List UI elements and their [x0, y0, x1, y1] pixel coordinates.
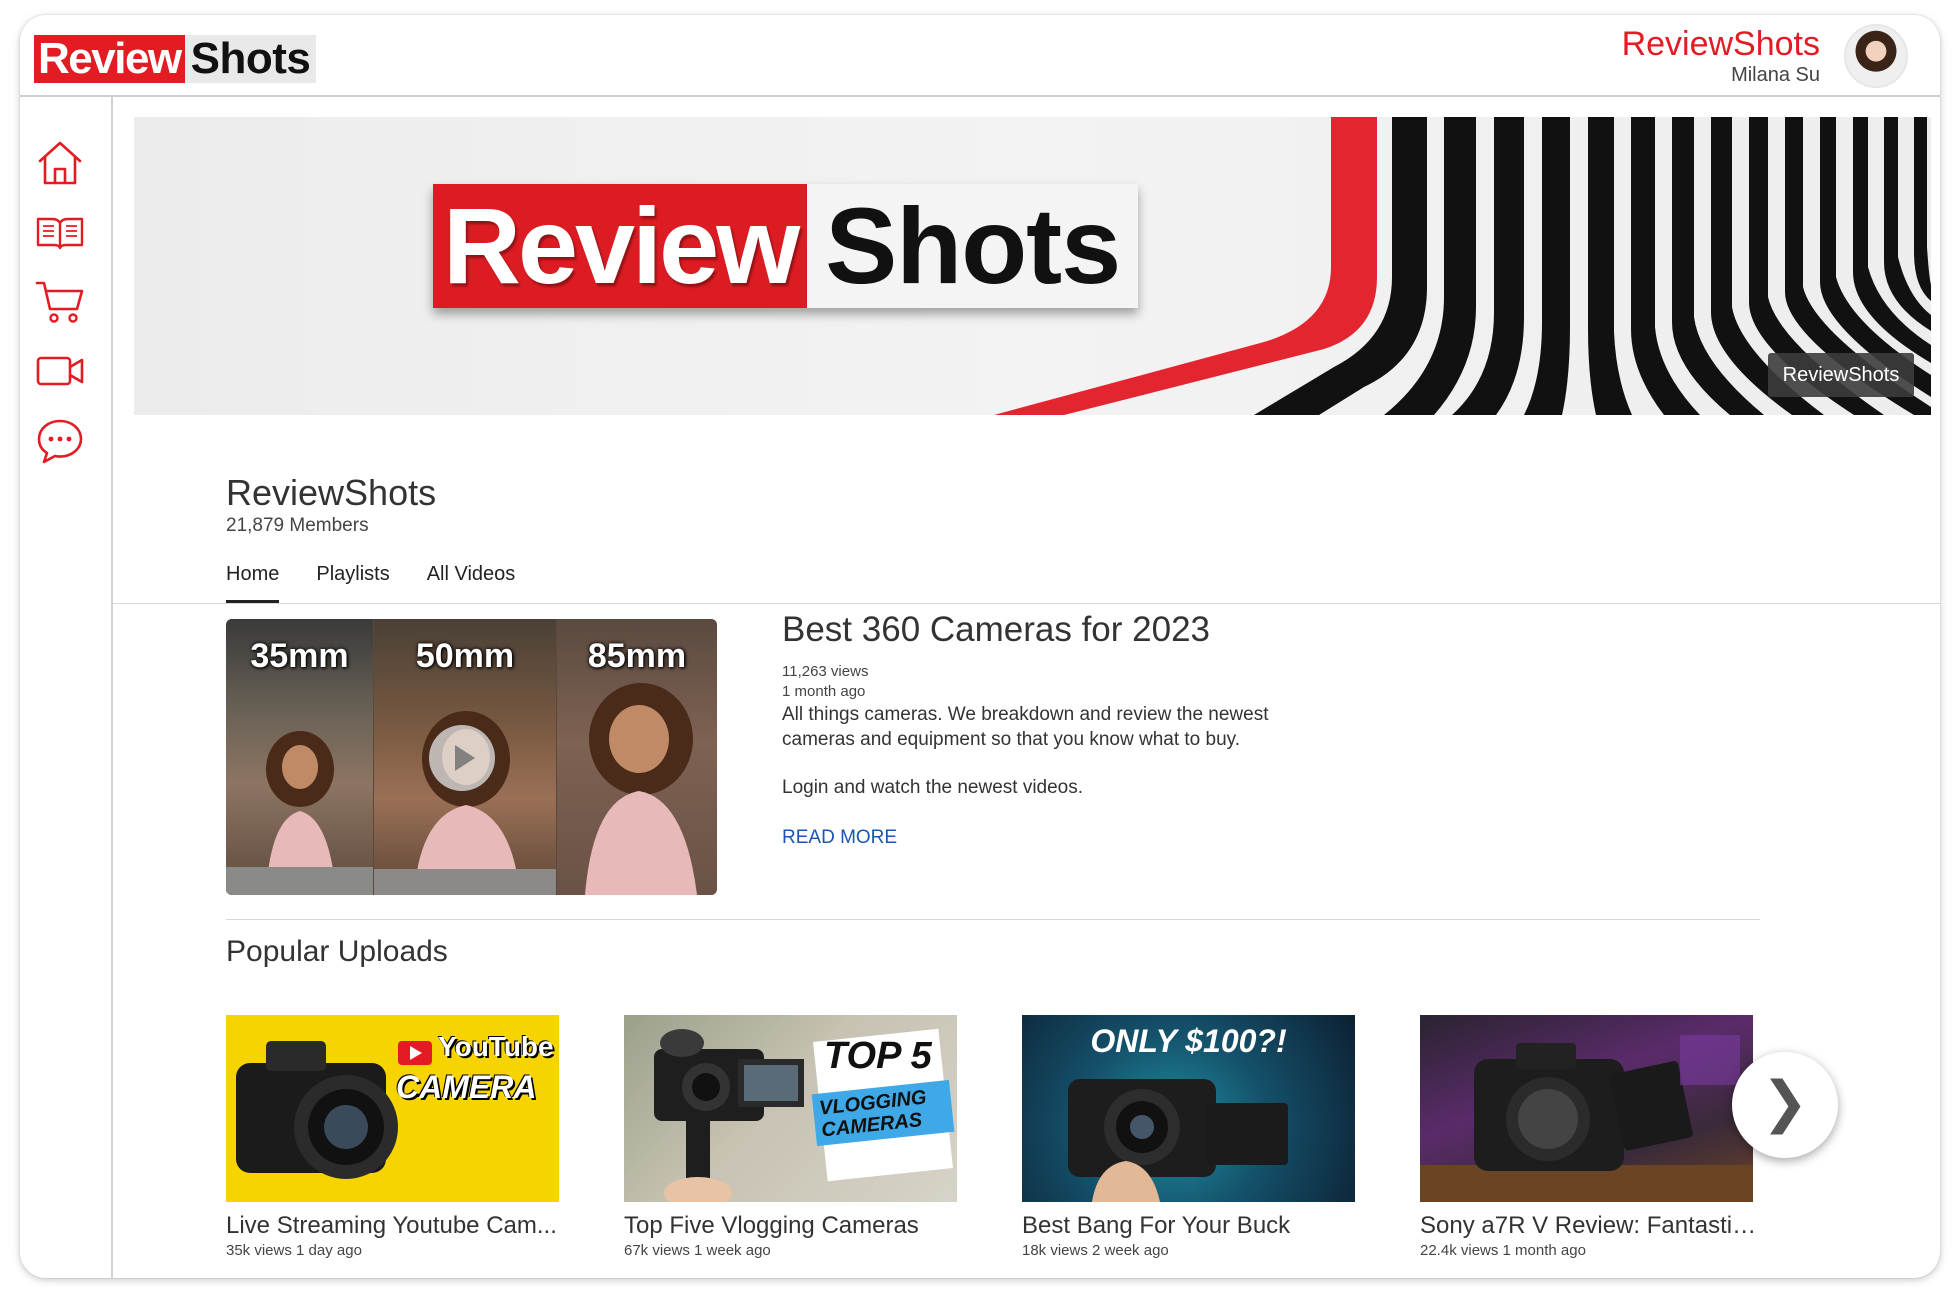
tab-all-videos[interactable]: All Videos	[427, 545, 516, 603]
featured-upload-time: 1 month ago	[782, 683, 866, 700]
featured-video-thumbnail[interactable]: 35mm 50mm 85mm	[226, 619, 717, 895]
section-divider	[226, 919, 1760, 920]
thumb-panel-35mm: 35mm	[226, 619, 373, 895]
camera-image	[1420, 1035, 1753, 1202]
banner-logo: Review Shots	[433, 184, 1139, 308]
thumb-label-50mm: 50mm	[415, 637, 515, 675]
video-thumbnail[interactable]: ONLY $100?!	[1022, 1015, 1355, 1202]
video-card[interactable]: TOP 5 VLOGGING CAMERAS Top Five Vlogging…	[624, 1015, 964, 1259]
video-meta: 67k views 1 week ago	[624, 1242, 771, 1259]
read-more-link[interactable]: READ MORE	[782, 827, 897, 849]
book-icon[interactable]	[34, 205, 86, 257]
video-camera-icon[interactable]	[34, 345, 86, 397]
cart-icon[interactable]	[34, 275, 86, 327]
member-count: 21,879 Members	[226, 515, 369, 536]
banner-logo-shots: Shots	[807, 184, 1139, 308]
video-thumbnail[interactable]: TOP 5 VLOGGING CAMERAS	[624, 1015, 957, 1202]
featured-video-title[interactable]: Best 360 Cameras for 2023	[782, 610, 1210, 650]
logo-review-text: Review	[34, 35, 185, 83]
main-content: Review Shots ReviewShots ReviewShots 21,…	[113, 97, 1940, 1278]
chat-icon[interactable]	[34, 415, 86, 467]
account-info[interactable]: ReviewShots Milana Su	[1622, 25, 1820, 87]
channel-name: ReviewShots	[226, 472, 437, 513]
top-bar: Review Shots ReviewShots Milana Su	[20, 15, 1940, 97]
home-icon[interactable]	[34, 137, 86, 189]
featured-login-text: Login and watch the newest videos.	[782, 777, 1084, 798]
tab-playlists[interactable]: Playlists	[316, 545, 389, 603]
thumb-text: TOP 5	[824, 1035, 932, 1077]
featured-view-count: 11,263 views	[782, 663, 869, 680]
video-title[interactable]: Top Five Vlogging Cameras	[624, 1212, 964, 1240]
banner-logo-review: Review	[433, 184, 808, 308]
video-thumbnail[interactable]: YouTube CAMERA	[226, 1015, 559, 1202]
avatar[interactable]	[1844, 24, 1908, 88]
video-title[interactable]: Live Streaming Youtube Cam...	[226, 1212, 566, 1240]
video-meta: 22.4k views 1 month ago	[1420, 1242, 1586, 1259]
account-channel-name: ReviewShots	[1621, 25, 1820, 63]
video-title[interactable]: Best Bang For Your Buck	[1022, 1212, 1362, 1240]
carousel-next-button[interactable]: ❯	[1732, 1052, 1838, 1158]
video-card[interactable]: ONLY $100?! Best Bang For Your Buck 18k …	[1022, 1015, 1362, 1259]
account-username: Milana Su	[1731, 64, 1820, 86]
sidebar	[20, 97, 113, 1278]
thumb-text: CAMERA	[396, 1069, 537, 1105]
thumb-text: YouTube	[438, 1031, 554, 1062]
video-card[interactable]: Sony a7R V Review: Fantastic... 22.4k vi…	[1420, 1015, 1760, 1259]
video-card[interactable]: YouTube CAMERA Live Streaming Youtube Ca…	[226, 1015, 566, 1259]
featured-description: All things cameras. We breakdown and rev…	[782, 704, 1269, 750]
video-meta: 35k views 1 day ago	[226, 1242, 362, 1259]
brand-logo[interactable]: Review Shots	[34, 35, 317, 83]
video-title[interactable]: Sony a7R V Review: Fantastic...	[1420, 1212, 1760, 1240]
tab-home[interactable]: Home	[226, 545, 280, 603]
thumb-text: ONLY $100?!	[1090, 1023, 1287, 1059]
channel-banner: Review Shots ReviewShots	[134, 117, 1931, 415]
popular-uploads-heading: Popular Uploads	[226, 935, 448, 968]
channel-tabs: Home Playlists All Videos	[226, 545, 552, 603]
video-thumbnail[interactable]	[1420, 1015, 1753, 1202]
thumb-label-85mm: 85mm	[587, 637, 687, 675]
video-meta: 18k views 2 week ago	[1022, 1242, 1169, 1259]
logo-shots-text: Shots	[184, 35, 317, 83]
app-window: Review Shots ReviewShots Milana Su Revie…	[20, 15, 1940, 1278]
tabs-divider	[113, 603, 1940, 604]
play-icon[interactable]	[429, 725, 495, 791]
thumb-label-35mm: 35mm	[250, 637, 349, 675]
thumb-panel-85mm: 85mm	[557, 619, 717, 895]
banner-channel-tag[interactable]: ReviewShots	[1768, 353, 1914, 397]
